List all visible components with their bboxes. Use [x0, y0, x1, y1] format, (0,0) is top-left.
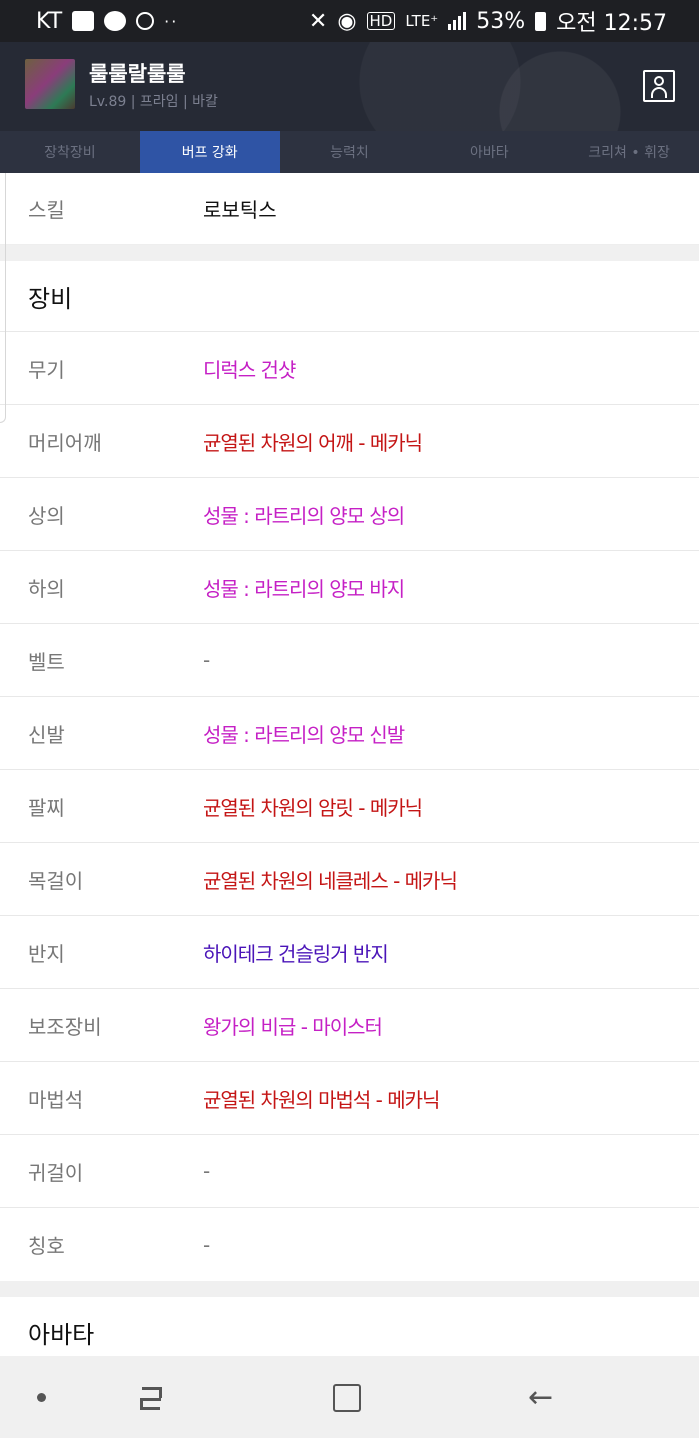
tab-buff-enhance[interactable]: 버프 강화	[139, 131, 280, 173]
equipment-item-name: 균열된 차원의 네클레스 - 메카닉	[203, 868, 458, 893]
status-left: KT ··	[36, 9, 178, 34]
equipment-slot-label: 반지	[28, 941, 65, 966]
equipment-item-name: 균열된 차원의 마법석 - 메카닉	[203, 1087, 440, 1112]
equipment-slot-label: 벨트	[28, 649, 65, 674]
equipment-row[interactable]: 보조장비 왕가의 비급 - 마이스터	[0, 989, 699, 1062]
status-right: ✕ ◉ HD LTE⁺ 53% 오전 12:57	[309, 5, 667, 37]
alarm-icon	[136, 12, 155, 30]
equipment-item-name: 왕가의 비급 - 마이스터	[203, 1014, 383, 1039]
tab-creature-emblem[interactable]: 크리쳐 • 휘장	[559, 131, 699, 173]
skill-row: 스킬 로보틱스	[0, 173, 699, 245]
back-icon[interactable]: ←	[528, 1383, 558, 1413]
system-nav-bar: ←	[0, 1356, 699, 1438]
talk-icon	[104, 11, 127, 31]
equipment-row[interactable]: 머리어깨 균열된 차원의 어깨 - 메카닉	[0, 405, 699, 478]
tab-equipped-gear[interactable]: 장착장비	[0, 131, 140, 173]
character-avatar	[25, 59, 75, 109]
side-drawer-edge[interactable]	[0, 173, 6, 423]
home-icon[interactable]	[333, 1384, 361, 1412]
equipment-slot-label: 귀걸이	[28, 1160, 84, 1185]
equipment-row[interactable]: 신발 성물 : 라트리의 양모 신발	[0, 697, 699, 770]
equipment-row[interactable]: 하의 성물 : 라트리의 양모 바지	[0, 551, 699, 624]
equipment-item-name: -	[203, 1232, 210, 1257]
character-subtitle: Lv.89 | 프라임 | 바칼	[89, 94, 218, 110]
mute-icon: ✕	[308, 8, 328, 34]
battery-percent: 53%	[476, 8, 526, 34]
tab-avatar[interactable]: 아바타	[419, 131, 559, 173]
equipment-item-name: 하이테크 건슬링거 반지	[203, 941, 389, 966]
equipment-section-title: 장비	[0, 261, 699, 332]
equipment-row[interactable]: 상의 성물 : 라트리의 양모 상의	[0, 478, 699, 551]
buff-content[interactable]: 스킬 로보틱스 장비 무기 디럭스 건샷 머리어깨 균열된 차원의 어깨 - 메카닉…	[0, 173, 699, 1356]
equipment-slot-label: 마법석	[28, 1087, 84, 1112]
character-header: 룰룰랄룰룰 Lv.89 | 프라임 | 바칼	[0, 42, 699, 131]
equipment-slot-label: 상의	[28, 503, 65, 528]
carrier-label: KT	[36, 8, 63, 34]
skill-value: 로보틱스	[203, 198, 277, 222]
section-divider	[0, 245, 699, 261]
clock: 오전 12:57	[556, 11, 667, 36]
recent-apps-icon[interactable]	[136, 1383, 166, 1411]
nav-dot-icon[interactable]	[37, 1393, 46, 1402]
equipment-item-name: 성물 : 라트리의 양모 바지	[203, 576, 405, 601]
equipment-slot-label: 칭호	[28, 1234, 65, 1258]
character-name: 룰룰랄룰룰	[89, 62, 186, 86]
equipment-item-name: -	[203, 1159, 210, 1183]
equipment-item-name: 성물 : 라트리의 양모 상의	[203, 503, 405, 528]
tab-bar: 장착장비 버프 강화 능력치 아바타 크리쳐 • 휘장	[0, 131, 699, 173]
equipment-item-name: -	[203, 648, 210, 672]
equipment-list: 무기 디럭스 건샷 머리어깨 균열된 차원의 어깨 - 메카닉 상의 성물 : 라트리…	[0, 332, 699, 1281]
equipment-slot-label: 목걸이	[28, 868, 84, 893]
profile-button[interactable]	[643, 70, 675, 102]
battery-icon	[535, 11, 547, 31]
avatar-section-title: 아바타	[28, 1321, 95, 1349]
hd-voice-icon: HD	[366, 12, 396, 30]
equipment-item-name: 균열된 차원의 어깨 - 메카닉	[203, 430, 423, 455]
equipment-row[interactable]: 반지 하이테크 건슬링거 반지	[0, 916, 699, 989]
equipment-row[interactable]: 귀걸이 -	[0, 1135, 699, 1208]
equipment-slot-label: 신발	[28, 722, 65, 747]
equipment-row[interactable]: 무기 디럭스 건샷	[0, 332, 699, 405]
equipment-row[interactable]: 팔찌 균열된 차원의 암릿 - 메카닉	[0, 770, 699, 843]
equipment-slot-label: 머리어깨	[28, 430, 102, 455]
equipment-item-name: 성물 : 라트리의 양모 신발	[203, 722, 405, 747]
equipment-slot-label: 하의	[28, 576, 65, 601]
equipment-item-name: 디럭스 건샷	[203, 357, 296, 382]
alarm-clock-icon: ◉	[337, 8, 357, 34]
equipment-slot-label: 팔찌	[28, 795, 65, 820]
equipment-row[interactable]: 목걸이 균열된 차원의 네클레스 - 메카닉	[0, 843, 699, 916]
section-divider	[0, 1281, 699, 1297]
equipment-row[interactable]: 벨트 -	[0, 624, 699, 697]
lte-icon: LTE⁺	[405, 12, 439, 30]
skill-label: 스킬	[28, 198, 65, 222]
equipment-slot-label: 무기	[28, 357, 65, 382]
signal-icon	[448, 12, 467, 30]
equipment-row[interactable]: 칭호 -	[0, 1208, 699, 1281]
status-bar: KT ·· ✕ ◉ HD LTE⁺ 53% 오전 12:57	[0, 0, 699, 42]
equipment-item-name: 균열된 차원의 암릿 - 메카닉	[203, 795, 423, 820]
equipment-row[interactable]: 마법석 균열된 차원의 마법석 - 메카닉	[0, 1062, 699, 1135]
more-notifications-icon: ··	[164, 11, 179, 31]
equipment-slot-label: 보조장비	[28, 1014, 102, 1039]
tab-stats[interactable]: 능력치	[280, 131, 420, 173]
person-icon	[654, 76, 664, 86]
gallery-icon	[72, 11, 95, 31]
